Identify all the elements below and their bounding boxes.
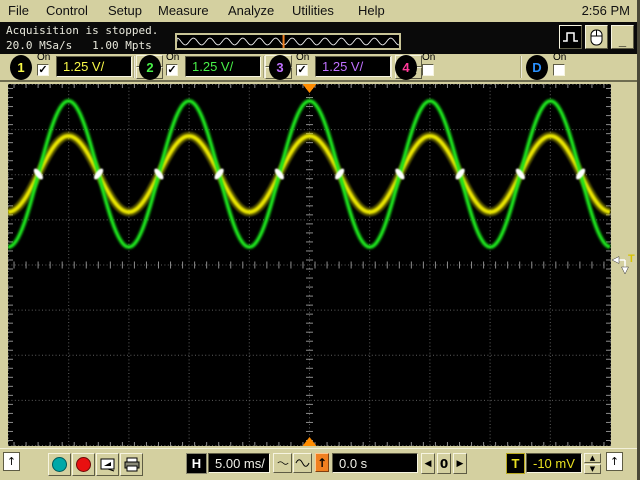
trigger-level-up-button[interactable]: ▲	[584, 453, 601, 463]
channel-3-on-checkbox[interactable]: ✓	[296, 64, 308, 76]
mouse-icon	[590, 29, 603, 45]
channel-2-badge[interactable]: 2	[139, 55, 161, 80]
svg-text:T: T	[628, 253, 635, 265]
minimize-button[interactable]: _	[611, 25, 634, 49]
run-button[interactable]	[48, 453, 71, 476]
acquisition-status: Acquisition is stopped. 20.0 MSa/s 1.00 …	[6, 24, 159, 52]
digital-on-label: On	[553, 52, 567, 63]
trigger-mode-button[interactable]	[559, 25, 582, 49]
left-panel-arrow-button[interactable]: ↑	[3, 452, 20, 471]
waveform-canvas	[7, 84, 611, 446]
up-triangle-icon: ▲	[589, 454, 596, 462]
timebase-field[interactable]: 5.00 ms/	[208, 453, 270, 473]
trigger-position-button[interactable]: ↑	[315, 453, 329, 472]
menu-bar: File Control Setup Measure Analyze Utili…	[0, 0, 637, 22]
trigger-label: T	[506, 453, 525, 474]
channel-1-badge[interactable]: 1	[10, 55, 32, 80]
export-button[interactable]	[96, 453, 119, 476]
small-wave-icon	[276, 461, 289, 465]
menu-control[interactable]: Control	[46, 3, 88, 18]
digital-group: D On	[526, 52, 586, 81]
channel-4-on-checkbox[interactable]	[422, 64, 434, 76]
display-area: T	[0, 82, 637, 448]
stop-icon	[76, 457, 91, 472]
channel-1-on-checkbox[interactable]: ✓	[37, 64, 49, 76]
trigger-drag-icon: T	[611, 253, 635, 275]
right-panel-arrow-button[interactable]: ↑	[606, 452, 623, 471]
channel-4-on-label: On	[422, 52, 436, 63]
right-triangle-icon: ▶	[456, 458, 464, 469]
pulse-icon	[563, 32, 578, 42]
trigger-level-down-button[interactable]: ▼	[584, 464, 601, 474]
position-zero-button[interactable]: 0	[437, 453, 451, 474]
left-triangle-icon: ◀	[424, 458, 432, 469]
minimize-icon: _	[618, 33, 627, 48]
channel-controls: 1 On ✓ 1.25 V/ 2 On ✓ 1.25 V/ 3 On ✓ 1.2…	[0, 52, 637, 82]
horizontal-position-field[interactable]: 0.0 s	[332, 453, 418, 473]
timebase-zoom-out-button[interactable]	[293, 453, 312, 473]
digital-on-checkbox[interactable]	[553, 64, 565, 76]
oscilloscope-window: File Control Setup Measure Analyze Utili…	[0, 0, 640, 480]
channel-2-on-checkbox[interactable]: ✓	[166, 64, 178, 76]
menu-measure[interactable]: Measure	[158, 3, 209, 18]
position-right-button[interactable]: ▶	[453, 453, 467, 474]
down-triangle-icon: ▼	[589, 465, 596, 473]
channel-3-scale-field[interactable]: 1.25 V/	[315, 56, 391, 77]
acquisition-preview[interactable]	[175, 33, 401, 50]
run-icon	[52, 457, 67, 472]
channel-3-badge[interactable]: 3	[269, 55, 291, 80]
up-arrow-icon: ↑	[609, 455, 620, 468]
menu-setup[interactable]: Setup	[108, 3, 142, 18]
timebase-zoom-in-button[interactable]	[273, 453, 292, 473]
preview-waveform	[176, 35, 400, 48]
menu-utilities[interactable]: Utilities	[292, 3, 334, 18]
up-arrow-icon: ↑	[316, 455, 328, 470]
channel-4-badge[interactable]: 4	[395, 55, 417, 80]
clock: 2:56 PM	[581, 3, 630, 18]
channel-3-on-label: On	[296, 52, 310, 63]
stop-button[interactable]	[72, 453, 95, 476]
menu-help[interactable]: Help	[358, 3, 385, 18]
waveform-display[interactable]	[7, 84, 611, 446]
printer-icon	[124, 457, 139, 472]
trigger-level-field[interactable]: -10 mV	[526, 453, 582, 473]
trigger-level-indicator[interactable]: T	[611, 251, 637, 279]
zero-label: 0	[439, 456, 449, 471]
mouse-settings-button[interactable]	[585, 25, 608, 49]
bottom-toolbar: ↑ H 5.00 ms/ ↑ 0.0 s ◀ 0 ▶ T -10 mV ▲ ▼ …	[0, 448, 637, 480]
status-bar: Acquisition is stopped. 20.0 MSa/s 1.00 …	[0, 22, 637, 54]
channel-2-scale-field[interactable]: 1.25 V/	[185, 56, 261, 77]
horizontal-label: H	[186, 453, 207, 474]
digital-channels-badge[interactable]: D	[526, 55, 548, 80]
position-left-button[interactable]: ◀	[421, 453, 435, 474]
channel-1-on-label: On	[37, 52, 51, 63]
channel-1-scale-field[interactable]: 1.25 V/	[56, 56, 132, 77]
channel-2-on-label: On	[166, 52, 180, 63]
channel-4-group: 4 On	[395, 52, 455, 81]
menu-analyze[interactable]: Analyze	[228, 3, 274, 18]
export-icon	[100, 458, 114, 471]
print-button[interactable]	[120, 453, 143, 476]
large-wave-icon	[295, 459, 310, 467]
up-arrow-icon: ↑	[6, 455, 17, 468]
menu-file[interactable]: File	[8, 3, 29, 18]
